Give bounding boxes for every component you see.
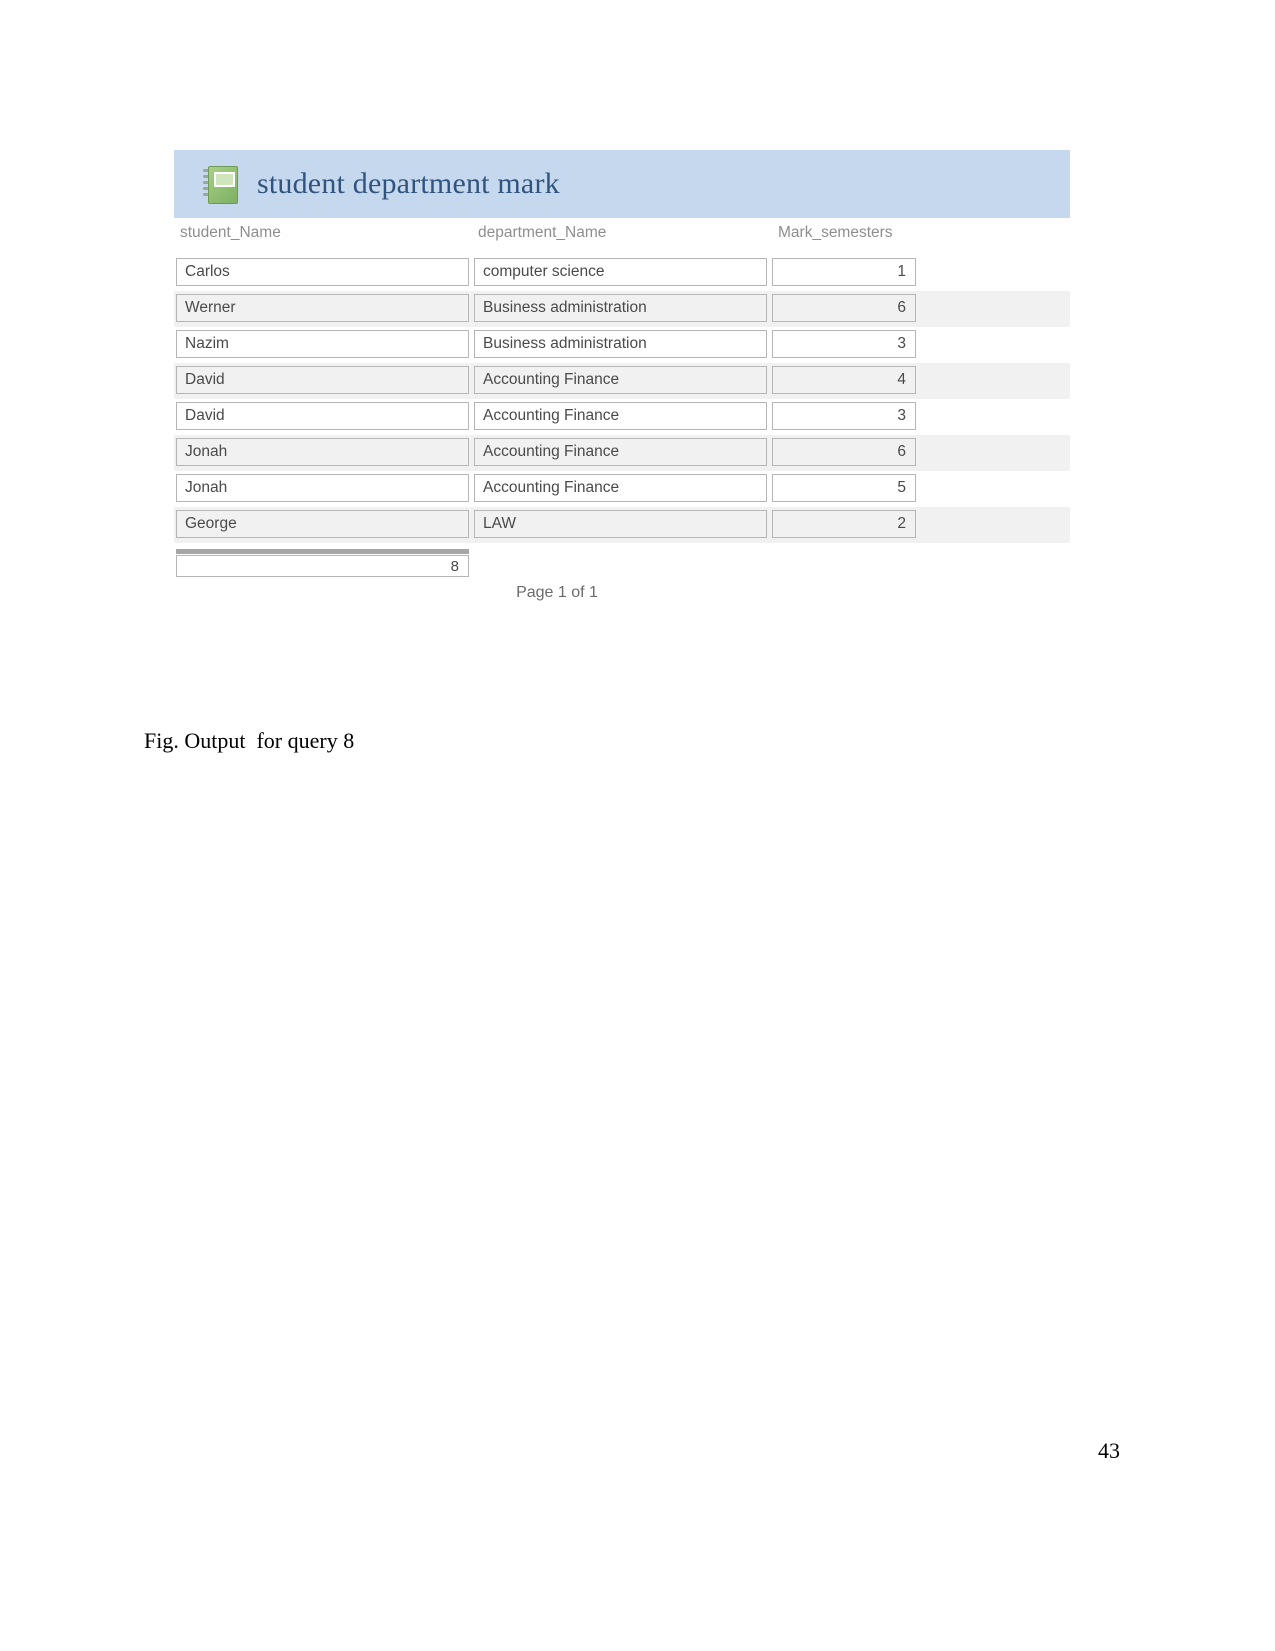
table-row: Werner Business administration 6: [174, 291, 1070, 327]
report-title: student department mark: [257, 167, 560, 200]
cell-department-name: Business administration: [474, 330, 767, 358]
cell-mark-semesters: 4: [772, 366, 916, 394]
report-rows: Carlos computer science 1 Werner Busines…: [174, 255, 1070, 543]
summary-rule: [176, 549, 469, 554]
cell-mark-semesters: 3: [772, 330, 916, 358]
report-page-indicator: Page 1 of 1: [516, 584, 598, 601]
report-header-band: student department mark: [174, 150, 1070, 218]
table-row: David Accounting Finance 3: [174, 399, 1070, 435]
cell-mark-semesters: 6: [772, 294, 916, 322]
cell-department-name: computer science: [474, 258, 767, 286]
column-header-department-name: department_Name: [478, 224, 607, 241]
figure-caption: Fig. Output for query 8: [144, 728, 355, 753]
column-header-row: student_Name department_Name Mark_semest…: [174, 224, 1070, 250]
cell-mark-semesters: 1: [772, 258, 916, 286]
table-row: Nazim Business administration 3: [174, 327, 1070, 363]
cell-student-name: Jonah: [176, 474, 469, 502]
cell-mark-semesters: 5: [772, 474, 916, 502]
cell-department-name: Accounting Finance: [474, 474, 767, 502]
column-header-student-name: student_Name: [180, 224, 281, 241]
table-row: George LAW 2: [174, 507, 1070, 543]
report-notebook-icon: [201, 164, 239, 204]
cell-student-name: Nazim: [176, 330, 469, 358]
cell-department-name: Accounting Finance: [474, 402, 767, 430]
cell-student-name: George: [176, 510, 469, 538]
cell-mark-semesters: 6: [772, 438, 916, 466]
table-row: David Accounting Finance 4: [174, 363, 1070, 399]
report-summary: 8: [174, 549, 1070, 579]
cell-student-name: Werner: [176, 294, 469, 322]
cell-mark-semesters: 2: [772, 510, 916, 538]
table-row: Jonah Accounting Finance 5: [174, 471, 1070, 507]
report-output-screenshot: student department mark student_Name dep…: [174, 150, 1070, 620]
cell-mark-semesters: 3: [772, 402, 916, 430]
cell-student-name: Jonah: [176, 438, 469, 466]
cell-department-name: Accounting Finance: [474, 438, 767, 466]
table-row: Carlos computer science 1: [174, 255, 1070, 291]
cell-student-name: Carlos: [176, 258, 469, 286]
cell-department-name: LAW: [474, 510, 767, 538]
cell-student-name: David: [176, 366, 469, 394]
cell-department-name: Accounting Finance: [474, 366, 767, 394]
cell-student-name: David: [176, 402, 469, 430]
page-number: 43: [1098, 1438, 1120, 1463]
summary-count: 8: [176, 555, 469, 577]
table-row: Jonah Accounting Finance 6: [174, 435, 1070, 471]
cell-department-name: Business administration: [474, 294, 767, 322]
column-header-mark-semesters: Mark_semesters: [778, 224, 893, 241]
